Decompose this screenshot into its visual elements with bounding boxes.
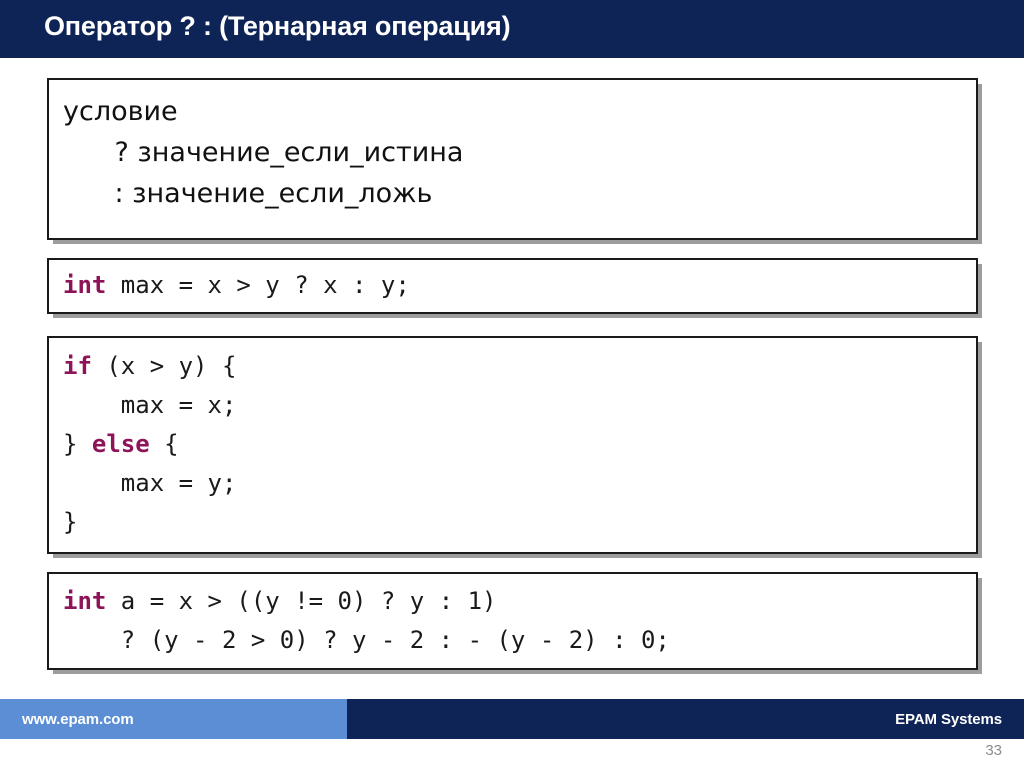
- code-line: }: [63, 508, 78, 536]
- code-block-body: int a = x > ((y != 0) ? y : 1) ? (y - 2 …: [49, 574, 976, 660]
- code-block-body: if (x > y) { max = x; } else { max = y; …: [49, 338, 976, 542]
- footer-left-panel: www.epam.com: [0, 699, 347, 739]
- code-line: max = y;: [63, 469, 237, 497]
- code-block-nested-ternary-example: int a = x > ((y != 0) ? y : 1) ? (y - 2 …: [47, 572, 978, 670]
- keyword-token: else: [91, 430, 150, 458]
- code-line: ? (y - 2 > 0) ? y - 2 : - (y - 2) : 0;: [63, 626, 670, 654]
- code-block-if-else-equivalent: if (x > y) { max = x; } else { max = y; …: [47, 336, 978, 554]
- footer-right-panel: EPAM Systems: [347, 699, 1024, 739]
- code-block-ternary-example: int max = x > y ? x : y;: [47, 258, 978, 314]
- footer-website-link[interactable]: www.epam.com: [22, 711, 134, 728]
- slide-header: Оператор ? : (Тернарная операция): [0, 0, 1024, 58]
- keyword-token: if: [63, 352, 92, 380]
- code-line: ? значение_если_истина: [63, 137, 464, 168]
- code-line: условие: [63, 96, 178, 127]
- keyword-token: int: [63, 587, 107, 615]
- code-text: }: [63, 430, 92, 458]
- page-number: 33: [985, 742, 1002, 759]
- code-text: (x > y) {: [91, 352, 237, 380]
- code-text: max = x > y ? x : y;: [106, 271, 410, 299]
- code-text: a = x > ((y != 0) ? y : 1): [106, 587, 497, 615]
- code-text: {: [149, 430, 179, 458]
- footer-brand-label: EPAM Systems: [895, 711, 1002, 728]
- code-line: : значение_если_ложь: [63, 178, 433, 209]
- code-line: max = x;: [63, 391, 237, 419]
- slide-footer: www.epam.com EPAM Systems: [0, 699, 1024, 739]
- code-block-syntax-template: условие ? значение_если_истина : значени…: [47, 78, 978, 240]
- keyword-token: int: [63, 271, 107, 299]
- page-title: Оператор ? : (Тернарная операция): [44, 11, 511, 41]
- code-block-body: условие ? значение_если_истина : значени…: [49, 80, 976, 214]
- code-block-body: int max = x > y ? x : y;: [49, 260, 976, 305]
